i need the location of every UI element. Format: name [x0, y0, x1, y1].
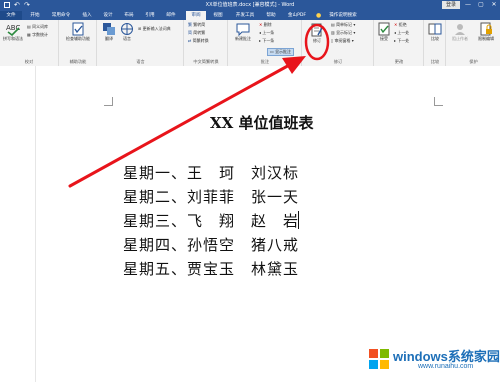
annotation-arrow: [68, 61, 295, 188]
annotation-circle: [304, 23, 330, 61]
annotation-overlay: [68, 23, 330, 188]
annotation-arrowhead: [282, 56, 306, 74]
watermark-url: www.runaihu.com: [418, 363, 474, 370]
windows-logo-icon: [369, 349, 389, 369]
